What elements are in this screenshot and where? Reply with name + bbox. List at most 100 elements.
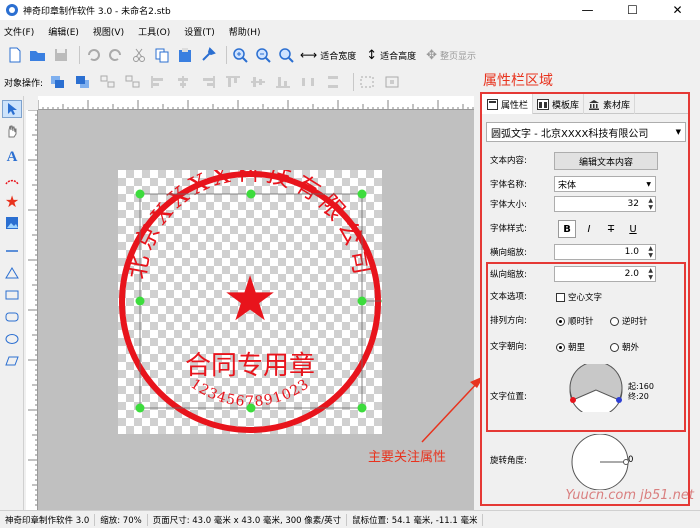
star-tool-icon[interactable]: ★ — [2, 192, 22, 211]
underline-button[interactable]: U — [624, 220, 642, 238]
group-icon[interactable] — [99, 74, 117, 90]
spinner-icon[interactable]: ▲ ▼ — [648, 197, 653, 211]
h-scale-label: 横向缩放: — [490, 248, 527, 258]
object-toolbar: 对象操作: — [0, 70, 480, 94]
stamp-preview[interactable]: 北京XXXX科技有限公司 ★ 合同专用章 1234567891023 — [118, 170, 382, 434]
panel-icon — [486, 98, 498, 110]
rotate-handle[interactable] — [381, 297, 383, 306]
redo-icon[interactable] — [107, 46, 125, 64]
hollow-text-checkbox[interactable]: 空心文字 — [556, 291, 602, 303]
triangle-tool-icon[interactable] — [2, 264, 22, 282]
zoom-fit-icon[interactable] — [277, 46, 295, 64]
properties-panel: 属性栏 模板库 素材库 圆弧文字 - 北京XXXX科技有限公司 ▼ 文本内容: … — [480, 92, 690, 506]
menu-help[interactable]: 帮助(H) — [229, 25, 261, 38]
clockwise-radio[interactable]: 顺时针 — [556, 315, 594, 327]
font-style-label: 字体样式: — [490, 224, 527, 234]
resize-handle[interactable] — [357, 403, 367, 413]
paste-icon[interactable] — [176, 46, 194, 64]
main-props-annotation: 主要关注属性 — [368, 450, 447, 465]
menu-edit[interactable]: 编辑(E) — [48, 25, 79, 38]
resize-handle[interactable] — [135, 189, 145, 199]
ruler-vertical — [26, 110, 38, 510]
align-middle-icon[interactable] — [249, 74, 267, 90]
resize-handle[interactable] — [135, 296, 145, 306]
open-folder-icon[interactable] — [29, 46, 47, 64]
menu-tools[interactable]: 工具(O) — [138, 25, 170, 38]
resize-handle[interactable] — [135, 403, 145, 413]
cut-icon[interactable] — [130, 46, 148, 64]
fit-width-button[interactable]: ⟷ 适合宽度 — [300, 48, 356, 62]
spinner-icon[interactable]: ▲ ▼ — [648, 245, 653, 259]
status-page-size: 页面尺寸: 43.0 毫米 x 43.0 毫米, 300 像素/英寸 — [148, 513, 348, 526]
minimize-button[interactable]: — — [565, 0, 610, 20]
text-position-dial[interactable] — [568, 364, 630, 412]
undo-icon[interactable] — [84, 46, 102, 64]
strikethrough-button[interactable]: T — [602, 220, 620, 238]
rounded-rect-tool-icon[interactable] — [2, 308, 22, 326]
arc-text-icon[interactable] — [2, 170, 22, 188]
distribute-h-icon[interactable] — [299, 74, 317, 90]
tab-materials[interactable]: 素材库 — [584, 94, 636, 114]
bring-front-icon[interactable] — [49, 74, 67, 90]
position-end: 终:20 — [628, 391, 649, 401]
same-size-icon[interactable] — [358, 74, 376, 90]
menu-settings[interactable]: 设置(T) — [184, 25, 215, 38]
font-name-select[interactable]: 宋体 ▼ — [554, 176, 656, 192]
inward-radio[interactable]: 朝里 — [556, 341, 585, 353]
edit-text-button[interactable]: 编辑文本内容 — [554, 152, 658, 170]
resize-handle[interactable] — [357, 189, 367, 199]
fit-height-icon: ↕ — [366, 47, 378, 63]
template-icon — [537, 98, 550, 110]
status-bar: 神奇印章制作软件 3.0 缩放: 70% 页面尺寸: 43.0 毫米 x 43.… — [0, 510, 700, 528]
tab-properties[interactable]: 属性栏 — [482, 94, 534, 114]
bold-button[interactable]: B — [558, 220, 576, 238]
close-button[interactable]: ✕ — [655, 0, 700, 20]
align-left-icon[interactable] — [149, 74, 167, 90]
hand-pan-icon[interactable] — [2, 122, 22, 140]
tab-templates[interactable]: 模板库 — [533, 94, 585, 114]
ellipse-tool-icon[interactable] — [2, 330, 22, 348]
center-page-icon[interactable] — [383, 74, 401, 90]
align-center-icon[interactable] — [174, 74, 192, 90]
save-icon[interactable] — [52, 46, 70, 64]
align-right-icon[interactable] — [199, 74, 217, 90]
italic-button[interactable]: I — [580, 220, 598, 238]
zoom-out-icon[interactable] — [254, 46, 272, 64]
send-back-icon[interactable] — [74, 74, 92, 90]
zoom-in-icon[interactable] — [231, 46, 249, 64]
watermark: Yuucn.com jb51.net — [565, 488, 694, 503]
menu-file[interactable]: 文件(F) — [4, 25, 34, 38]
left-toolbox: A ★ — [0, 96, 24, 512]
image-tool-icon[interactable] — [2, 214, 22, 232]
h-scale-input[interactable]: 1.0 ▲ ▼ — [554, 244, 656, 260]
full-page-button[interactable]: ✥ 整页显示 — [426, 48, 476, 63]
rectangle-tool-icon[interactable] — [2, 286, 22, 304]
resize-handle[interactable] — [246, 189, 256, 199]
resize-handle[interactable] — [246, 403, 256, 413]
distribute-v-icon[interactable] — [324, 74, 342, 90]
line-tool-icon[interactable] — [2, 242, 22, 260]
tool-icon[interactable] — [199, 46, 217, 64]
align-bottom-icon[interactable] — [274, 74, 292, 90]
parallelogram-tool-icon[interactable] — [2, 352, 22, 370]
outward-radio[interactable]: 朝外 — [610, 341, 639, 353]
align-top-icon[interactable] — [224, 74, 242, 90]
font-size-input[interactable]: 32 ▲ ▼ — [554, 196, 656, 212]
v-scale-input[interactable]: 2.0 ▲ ▼ — [554, 266, 656, 282]
select-arrow-icon[interactable] — [2, 100, 22, 118]
font-name-label: 字体名称: — [490, 180, 527, 190]
spinner-icon[interactable]: ▲ ▼ — [648, 267, 653, 281]
text-tool-icon[interactable]: A — [2, 148, 22, 166]
resize-handle[interactable] — [357, 296, 367, 306]
facing-label: 文字朝向: — [490, 342, 527, 352]
copy-icon[interactable] — [153, 46, 171, 64]
counterclockwise-radio[interactable]: 逆时针 — [610, 315, 648, 327]
fit-height-button[interactable]: ↕ 适合高度 — [366, 48, 416, 63]
ruler-horizontal-ticks — [38, 100, 474, 109]
new-file-icon[interactable] — [6, 46, 24, 64]
ungroup-icon[interactable] — [124, 74, 142, 90]
maximize-button[interactable]: ☐ — [610, 0, 655, 20]
object-selector[interactable]: 圆弧文字 - 北京XXXX科技有限公司 ▼ — [486, 122, 686, 142]
rotation-label: 旋转角度: — [490, 456, 527, 466]
menu-view[interactable]: 视图(V) — [93, 25, 124, 38]
